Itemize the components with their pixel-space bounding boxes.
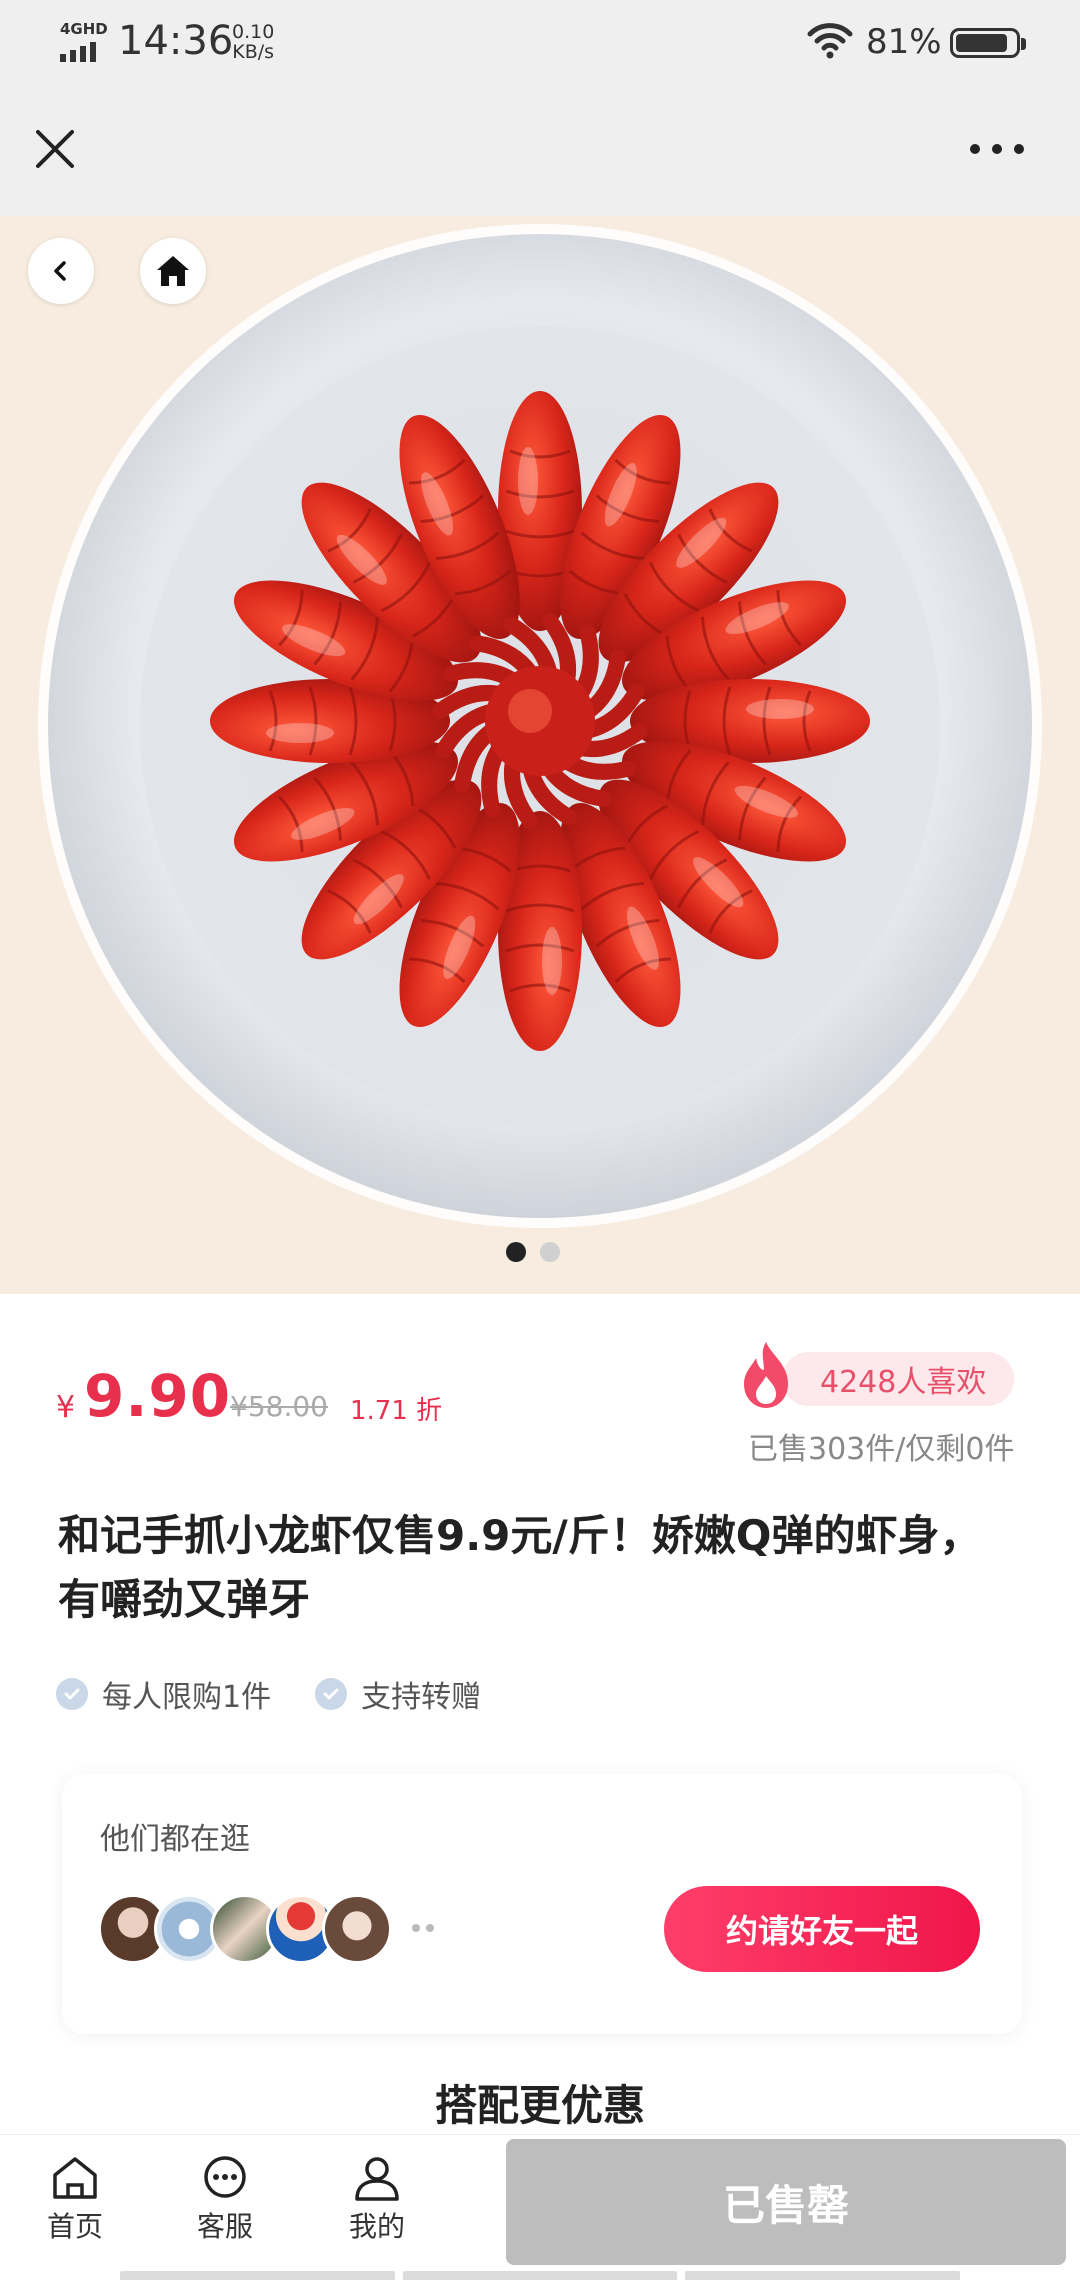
bottom-divider — [120, 2271, 961, 2280]
battery-icon — [950, 28, 1026, 58]
network-speed: 0.10 KB/s — [232, 22, 274, 62]
likes-badge: 4248人喜欢 — [782, 1352, 1015, 1406]
gallery-indicator — [506, 1242, 560, 1262]
home-button[interactable] — [140, 238, 206, 304]
gallery-dot-active — [506, 1242, 526, 1262]
more-icon[interactable] — [970, 134, 1040, 164]
nav-bar — [0, 84, 1080, 216]
check-icon — [56, 1678, 88, 1710]
tab-label: 客服 — [196, 2210, 253, 2243]
tab-label: 我的 — [348, 2210, 405, 2243]
tab-home[interactable]: 首页 — [20, 2155, 130, 2245]
section-heading: 搭配更优惠 — [434, 2081, 645, 2130]
back-button[interactable] — [28, 238, 94, 304]
tag-label: 每人限购1件 — [102, 1680, 272, 1715]
status-bar: 4GHD 14:36 0.10 KB/s 81% — [0, 0, 1080, 84]
tag-purchase-limit: 每人限购1件 — [56, 1672, 271, 1716]
fire-icon — [744, 1342, 788, 1408]
close-icon[interactable] — [30, 124, 80, 174]
home-icon — [53, 2157, 97, 2199]
avatar-group[interactable] — [98, 1894, 392, 1964]
browsing-title: 他们都在逛 — [100, 1822, 250, 1857]
tag-gift-transfer: 支持转赠 — [315, 1672, 481, 1716]
signal-icon: 4GHD — [58, 20, 108, 62]
tab-mine[interactable]: 我的 — [322, 2155, 432, 2245]
service-tags: 每人限购1件 支持转赠 — [56, 1672, 481, 1716]
network-type: 4GHD — [60, 20, 108, 38]
user-icon — [355, 2157, 399, 2201]
sold-info: 已售303件/仅剩0件 — [748, 1432, 1015, 1467]
original-price: ¥58.00 — [230, 1390, 328, 1423]
battery-level: 81% — [866, 22, 942, 62]
tab-label: 首页 — [46, 2210, 103, 2243]
home-icon — [157, 256, 189, 286]
currency-symbol: ¥ — [56, 1390, 76, 1425]
invite-friends-button[interactable]: 约请好友一起 — [664, 1886, 980, 1972]
crayfish-plate-image — [38, 224, 1042, 1228]
tag-label: 支持转赠 — [361, 1680, 482, 1715]
product-price: 9.90 — [84, 1362, 232, 1430]
browsing-card: 他们都在逛 约请好友一起 — [62, 1774, 1022, 2034]
discount-label: 1.71 折 — [350, 1396, 443, 1426]
chat-icon — [204, 2156, 246, 2198]
product-title: 和记手抓小龙虾仅售9.9元/斤！娇嫩Q弹的虾身，有嚼劲又弹牙 — [58, 1511, 982, 1624]
product-image-gallery[interactable] — [0, 216, 1080, 1294]
check-icon — [315, 1678, 348, 1710]
likes-count: 4248人喜欢 — [820, 1365, 987, 1400]
avatar — [322, 1894, 392, 1964]
gallery-dot — [540, 1242, 560, 1262]
back-icon — [54, 261, 66, 281]
more-avatars-icon — [412, 1924, 434, 1932]
product-info: ¥ 9.90 ¥58.00 1.71 折 4248人喜欢 已售303件/仅剩0件… — [0, 1294, 1080, 2134]
bottom-bar: 首页 客服 我的 已售罄 — [0, 2134, 1080, 2280]
speed-value: 0.10 — [232, 21, 275, 43]
status-time: 14:36 — [118, 18, 234, 64]
tab-customer-service[interactable]: 客服 — [170, 2155, 280, 2245]
speed-unit: KB/s — [232, 41, 275, 63]
sold-out-button[interactable]: 已售罄 — [506, 2139, 1066, 2265]
wifi-icon — [806, 20, 854, 64]
